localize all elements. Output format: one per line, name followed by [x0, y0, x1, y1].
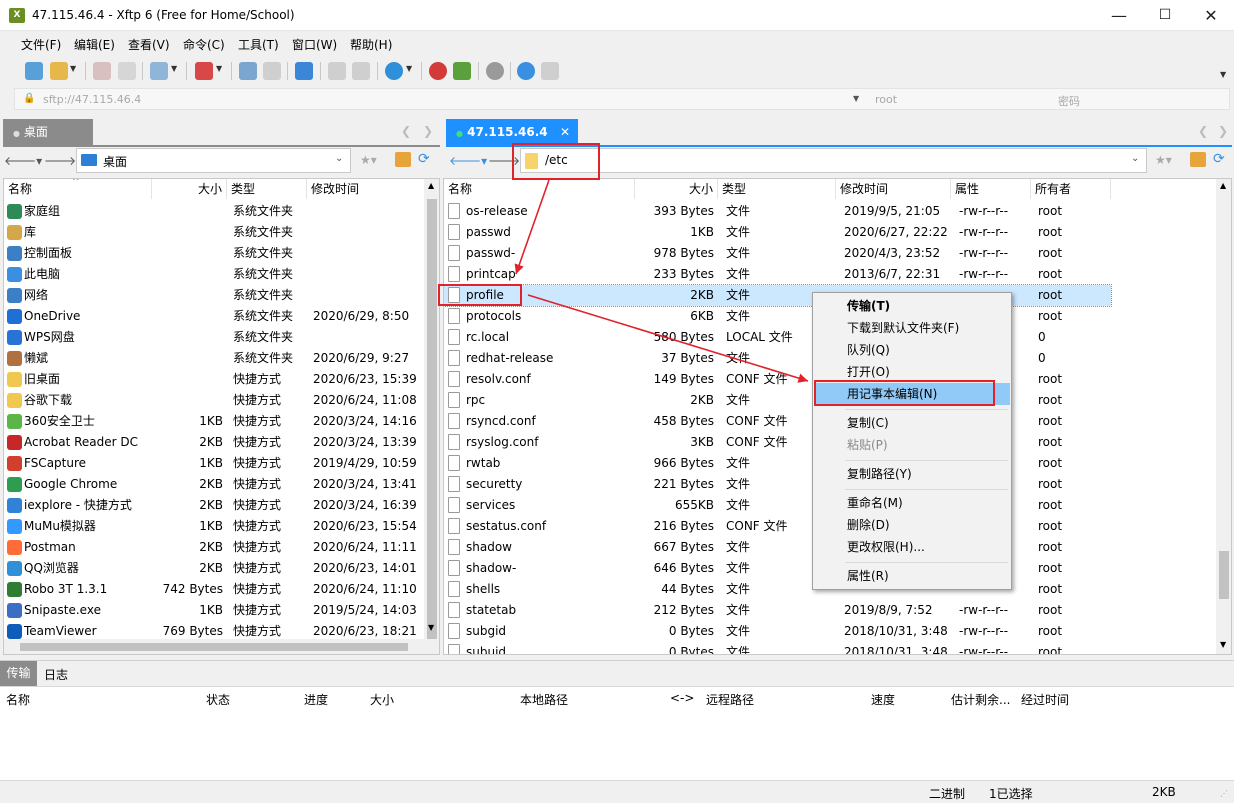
- tab-log[interactable]: 日志: [44, 666, 68, 683]
- column-remote-path[interactable]: 远程路径: [706, 691, 754, 708]
- column-elapsed[interactable]: 经过时间: [1021, 691, 1069, 708]
- column-speed[interactable]: 速度: [871, 691, 895, 708]
- column-eta[interactable]: 估计剩余...: [951, 691, 1010, 708]
- column-status[interactable]: 状态: [206, 691, 230, 708]
- column-progress[interactable]: 进度: [304, 691, 328, 708]
- column-local-path[interactable]: 本地路径: [520, 691, 568, 708]
- column-size[interactable]: 大小: [370, 691, 394, 708]
- transfer-list: 名称 状态 进度 大小 本地路径 <-> 远程路径 速度 估计剩余... 经过时…: [0, 686, 1234, 780]
- bottom-tabs: 传输 日志: [0, 660, 1234, 686]
- transfer-mode: 二进制: [929, 787, 966, 801]
- status-bar: 二进制 1已选择 2KB ⋰: [0, 780, 1234, 803]
- column-direction[interactable]: <->: [670, 691, 694, 705]
- selection-count: 1已选择: [989, 787, 1033, 801]
- selection-size: 2KB: [1152, 785, 1176, 799]
- column-name[interactable]: 名称: [6, 691, 30, 708]
- tab-transfer[interactable]: 传输: [0, 661, 37, 686]
- resize-grip-icon: ⋰: [1220, 789, 1228, 798]
